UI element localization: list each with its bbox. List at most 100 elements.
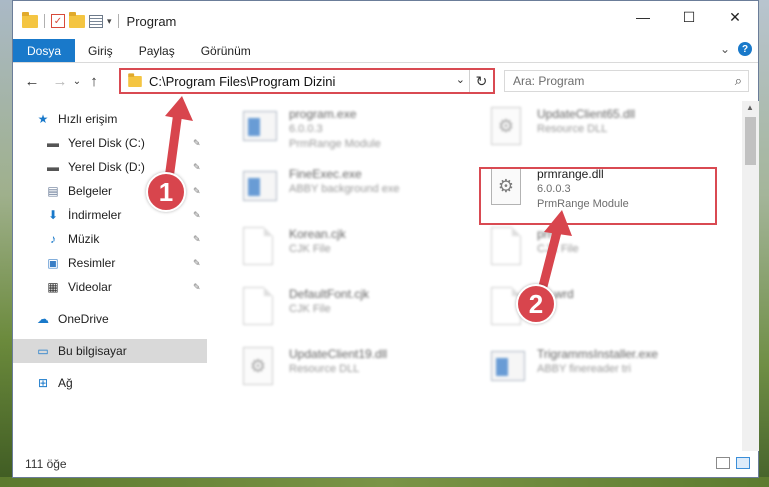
desktop-background-right xyxy=(759,0,769,487)
sidebar-item-label: Ağ xyxy=(58,376,73,390)
pin-icon[interactable]: ✎ xyxy=(193,138,201,149)
pictures-icon: ▣ xyxy=(47,256,59,270)
tiles-view-icon[interactable] xyxy=(736,457,750,469)
details-view-icon[interactable] xyxy=(716,457,730,469)
file-detail: Resource DLL xyxy=(289,363,360,375)
file-detail: 6.0.0.3 xyxy=(289,123,323,135)
search-placeholder: Ara: Program xyxy=(513,74,585,88)
vertical-scrollbar[interactable]: ▲ xyxy=(742,101,759,451)
tab-home[interactable]: Giriş xyxy=(75,39,126,62)
scroll-thumb[interactable] xyxy=(745,117,756,165)
sidebar-item-0[interactable]: ★ Hızlı erişim xyxy=(13,107,207,131)
file-detail: ABBY finereader tri xyxy=(537,363,631,375)
sidebar-item-7[interactable]: ▦ Videolar ✎ xyxy=(13,275,207,299)
file-detail: Resource DLL xyxy=(537,123,608,135)
scroll-up-icon[interactable]: ▲ xyxy=(746,103,754,112)
file-name: Korean.cjk xyxy=(289,227,346,241)
pin-icon[interactable]: ✎ xyxy=(193,162,201,173)
new-folder-icon[interactable] xyxy=(69,11,85,28)
callout-badge-2: 2 xyxy=(516,284,556,324)
file-detail: CJK File xyxy=(289,243,331,255)
file-name: prm xyxy=(537,227,558,241)
exe-icon xyxy=(243,167,281,209)
ribbon-right-controls: ⌄ ? xyxy=(720,42,752,56)
file-item[interactable]: FineExec.exe ABBY background exe xyxy=(243,167,399,209)
sidebar-item-1[interactable]: ▬ Yerel Disk (C:) ✎ xyxy=(13,131,207,155)
search-icon[interactable]: ⌕ xyxy=(735,73,742,89)
cloud-icon: ☁ xyxy=(37,312,49,326)
videos-icon: ▦ xyxy=(47,280,59,294)
music-icon: ♪ xyxy=(50,232,56,246)
file-name: TrigrammsInstaller.exe xyxy=(537,347,658,361)
star-icon: ★ xyxy=(37,112,49,126)
folder-icon[interactable] xyxy=(22,11,38,28)
file-item[interactable]: TrigrammsInstaller.exe ABBY finereader tr… xyxy=(491,347,658,389)
pin-icon[interactable]: ✎ xyxy=(193,234,201,245)
toolbar-divider xyxy=(117,14,119,28)
up-button[interactable]: ↑ xyxy=(83,73,105,90)
doc-icon xyxy=(243,287,281,329)
expand-ribbon-icon[interactable]: ⌄ xyxy=(720,42,730,56)
sidebar-item-6[interactable]: ▣ Resimler ✎ xyxy=(13,251,207,275)
pin-icon[interactable]: ✎ xyxy=(193,186,201,197)
close-button[interactable]: ✕ xyxy=(712,1,758,33)
computer-icon: ▭ xyxy=(37,344,49,358)
customize-toolbar-icon[interactable]: ▾ xyxy=(107,16,112,27)
minimize-button[interactable]: — xyxy=(620,1,666,33)
search-box[interactable]: Ara: Program ⌕ xyxy=(504,70,749,92)
sidebar-item-label: Bu bilgisayar xyxy=(58,344,127,358)
item-count: 111 öğe xyxy=(25,457,67,471)
drive-icon: ▬ xyxy=(47,160,59,174)
pin-icon[interactable]: ✎ xyxy=(193,282,201,293)
sidebar-item-label: Hızlı erişim xyxy=(58,112,118,126)
tab-view[interactable]: Görünüm xyxy=(188,39,264,62)
file-item[interactable]: ⚙ UpdateClient65.dll Resource DLL xyxy=(491,107,635,149)
exe-icon xyxy=(243,107,281,149)
refresh-button[interactable]: ↻ xyxy=(469,70,493,92)
sidebar-item-label: OneDrive xyxy=(58,312,109,326)
file-item[interactable]: program.exe 6.0.0.3 PrmRange Module xyxy=(243,107,381,152)
window-controls: — ☐ ✕ xyxy=(620,1,758,33)
navigation-bar: ← → ⌄ ↑ C:\Program Files\Program Dizini … xyxy=(13,63,758,99)
tab-file[interactable]: Dosya xyxy=(13,39,76,62)
sidebar-item-label: Müzik xyxy=(68,232,100,246)
address-bar[interactable]: C:\Program Files\Program Dizini ⌄ ↻ xyxy=(119,68,495,94)
sidebar-item-8[interactable]: ☁ OneDrive xyxy=(13,307,207,331)
file-item[interactable]: ⚙ UpdateClient19.dll Resource DLL xyxy=(243,347,387,389)
tab-share[interactable]: Paylaş xyxy=(126,39,188,62)
file-description: PrmRange Module xyxy=(289,138,381,150)
sidebar-item-9[interactable]: ▭ Bu bilgisayar xyxy=(13,339,207,363)
highlight-box xyxy=(479,167,717,225)
drive-icon: ▬ xyxy=(47,136,59,150)
address-dropdown-icon[interactable]: ⌄ xyxy=(456,73,465,86)
pin-icon[interactable]: ✎ xyxy=(193,258,201,269)
recent-locations-button[interactable]: ⌄ xyxy=(71,76,83,87)
sidebar-item-label: Belgeler xyxy=(68,184,113,198)
file-item[interactable]: Korean.cjk CJK File xyxy=(243,227,346,269)
help-icon[interactable]: ? xyxy=(738,42,752,56)
file-list: program.exe 6.0.0.3 PrmRange Module ⚙ Update… xyxy=(223,101,741,451)
navigation-pane: ★ Hızlı erişim ▬ Yerel Disk (C:) ✎ ▬ Yerel Dis… xyxy=(13,101,207,451)
address-path[interactable]: C:\Program Files\Program Dizini xyxy=(149,74,335,89)
sidebar-item-10[interactable]: ⊞ Ağ xyxy=(13,371,207,395)
file-item[interactable]: DefaultFont.cjk CJK File xyxy=(243,287,369,329)
view-toggle xyxy=(716,457,750,469)
title-bar: ✓ ▾ Program — ☐ ✕ xyxy=(13,1,758,41)
forward-button[interactable]: → xyxy=(49,73,71,90)
file-item[interactable]: prm CJK File xyxy=(491,227,579,269)
toolbar-divider xyxy=(44,14,45,28)
back-button[interactable]: ← xyxy=(21,73,43,90)
sidebar-item-5[interactable]: ♪ Müzik ✎ xyxy=(13,227,207,251)
maximize-button[interactable]: ☐ xyxy=(666,1,712,33)
network-icon: ⊞ xyxy=(37,376,49,390)
properties-check-icon[interactable]: ✓ xyxy=(51,14,65,28)
properties-icon[interactable] xyxy=(89,14,103,28)
dll-icon: ⚙ xyxy=(491,107,529,149)
download-icon: ⬇ xyxy=(47,208,59,222)
file-detail: CJK File xyxy=(537,243,579,255)
desktop-background-bottom xyxy=(0,477,769,487)
file-detail: ABBY background exe xyxy=(289,183,400,195)
pin-icon[interactable]: ✎ xyxy=(193,210,201,221)
status-bar: 111 öğe xyxy=(13,451,758,477)
documents-icon: ▤ xyxy=(47,184,59,198)
